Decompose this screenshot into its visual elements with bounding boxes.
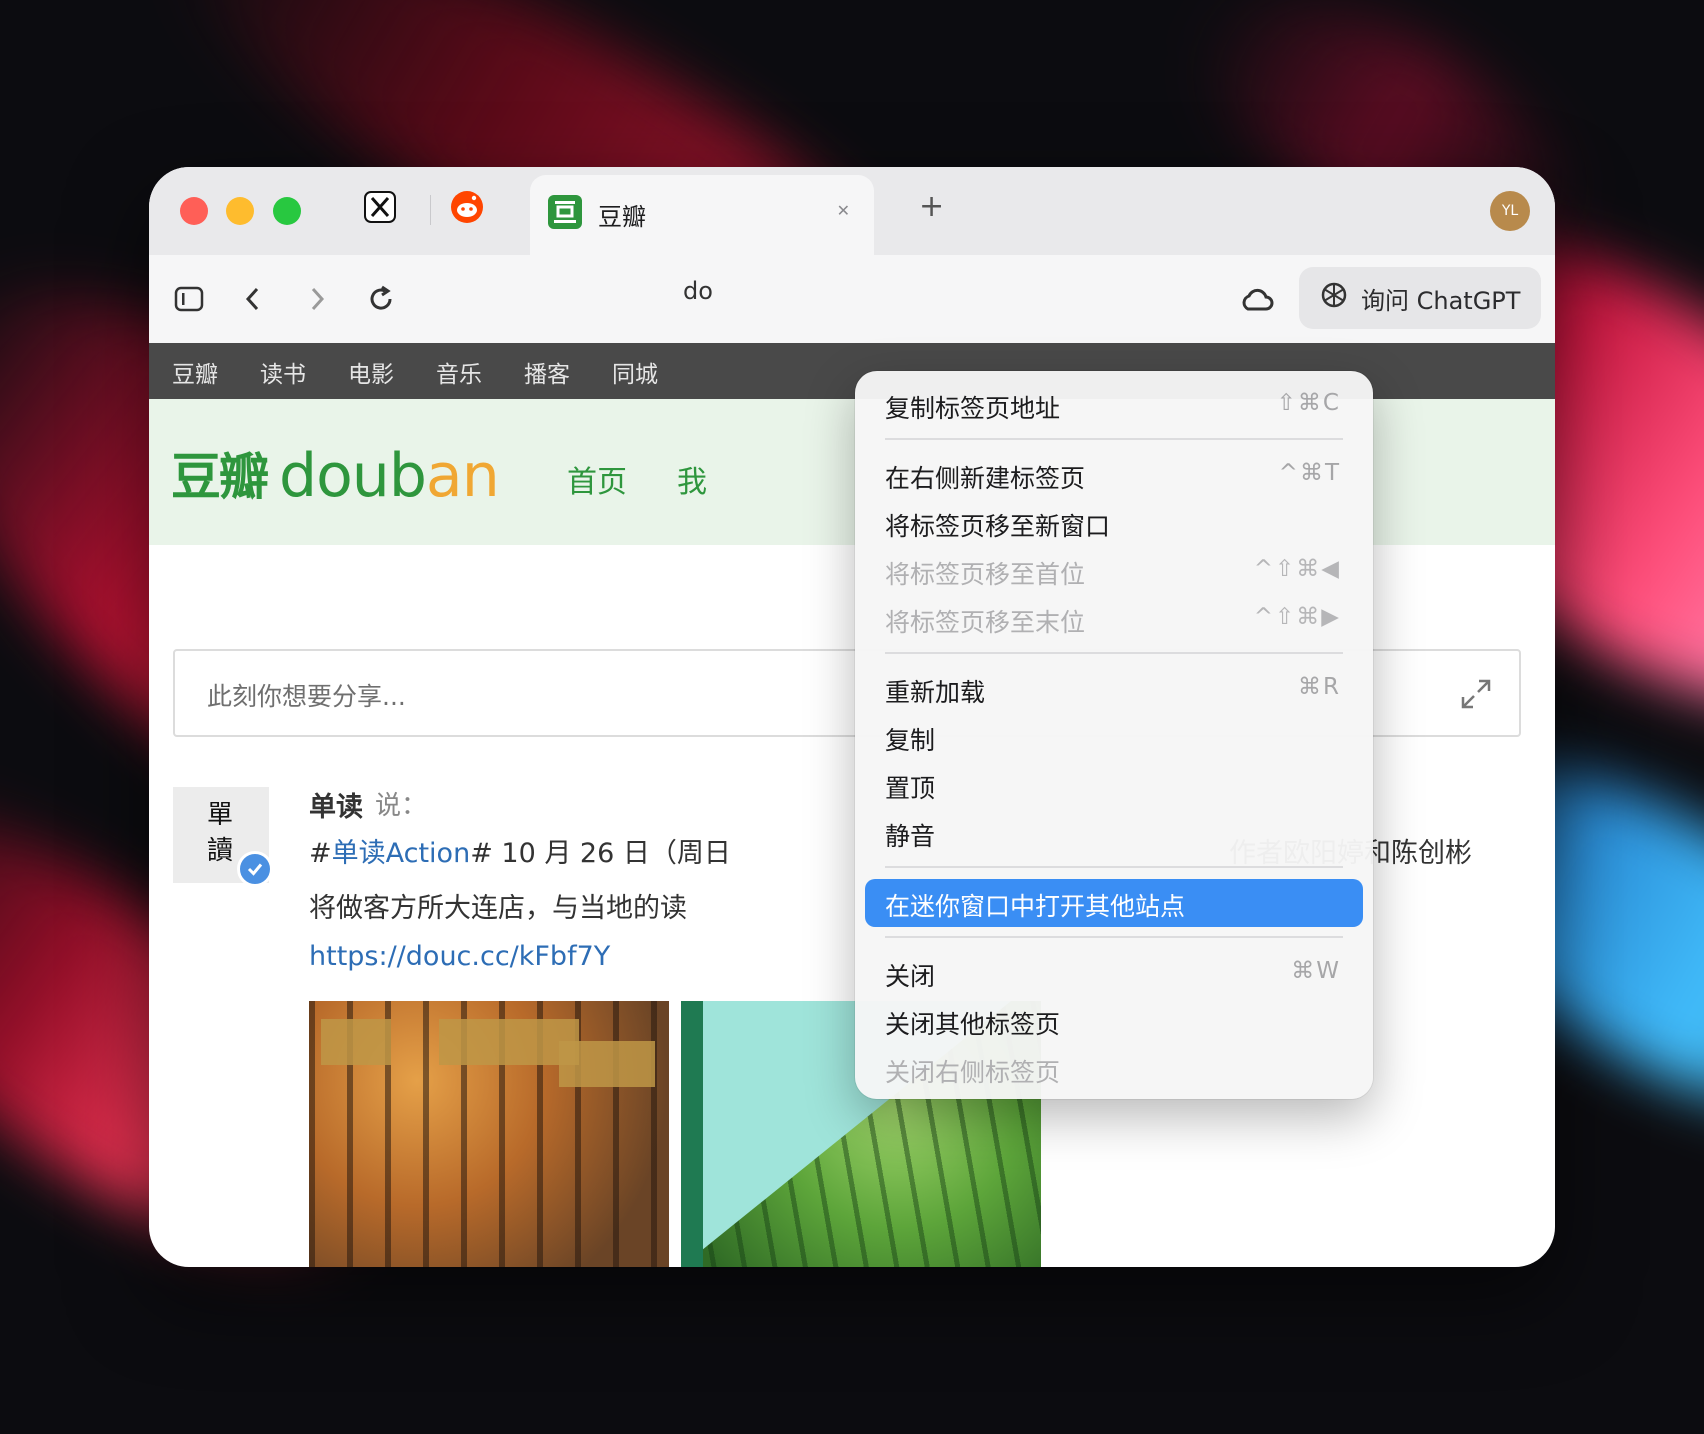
- tab-separator: [430, 195, 431, 225]
- menu-copy-tab-url[interactable]: 复制标签页地址 ⇧⌘C: [865, 381, 1363, 429]
- avatar-char-2: 讀: [207, 836, 234, 866]
- menu-move-tab-first: 将标签页移至首位 ^⇧⌘◀: [865, 547, 1363, 595]
- chatgpt-logo-icon: [1319, 280, 1349, 316]
- reload-icon[interactable]: [361, 279, 401, 319]
- menu-close-other-tabs[interactable]: 关闭其他标签页: [865, 997, 1363, 1045]
- menu-item-shortcut: ^⇧⌘▶: [1253, 604, 1341, 630]
- menu-new-tab-right[interactable]: 在右侧新建标签页 ^⌘T: [865, 451, 1363, 499]
- nav-douban[interactable]: 豆瓣: [172, 355, 218, 389]
- menu-open-in-mini-window[interactable]: 在迷你窗口中打开其他站点: [865, 879, 1363, 927]
- pinned-tab-x[interactable]: [362, 191, 398, 227]
- menu-item-label: 关闭右侧标签页: [885, 1058, 1061, 1087]
- close-window-button[interactable]: [180, 197, 208, 225]
- address-bar[interactable]: do: [683, 277, 713, 305]
- back-icon[interactable]: [233, 279, 273, 319]
- menu-item-label: 重新加载: [885, 678, 986, 707]
- feed-photo-1[interactable]: [309, 1001, 669, 1267]
- tab-title: 豆瓣: [598, 203, 646, 231]
- menu-move-tab-last: 将标签页移至末位 ^⇧⌘▶: [865, 595, 1363, 643]
- menu-item-label: 关闭其他标签页: [885, 1010, 1061, 1039]
- menu-pin[interactable]: 置顶: [865, 761, 1363, 809]
- nav-movies[interactable]: 电影: [348, 355, 394, 389]
- menu-item-label: 静音: [885, 822, 936, 851]
- menu-close[interactable]: 关闭 ⌘W: [865, 949, 1363, 997]
- pinned-tab-reddit[interactable]: [449, 191, 485, 227]
- logo-en-part1: doub: [279, 441, 427, 511]
- feed-hash-open: #: [309, 838, 332, 869]
- menu-separator: [885, 438, 1343, 440]
- menu-item-shortcut: ^⌘T: [1278, 460, 1341, 486]
- forward-icon[interactable]: [297, 279, 337, 319]
- nav-podcast[interactable]: 播客: [524, 355, 570, 389]
- toolbar: do 询问 ChatGPT: [149, 255, 1555, 343]
- avatar-char-1: 單: [207, 800, 234, 830]
- expand-icon[interactable]: [1459, 677, 1493, 715]
- feed-link[interactable]: https://douc.cc/kFbf7Y: [309, 941, 610, 972]
- feed-hashtag[interactable]: 单读Action: [332, 838, 471, 869]
- header-link-me[interactable]: 我: [677, 457, 707, 501]
- menu-item-label: 将标签页移至新窗口: [885, 512, 1111, 541]
- feed-line1-rest: # 10 月 26 日（周日: [470, 838, 731, 869]
- nav-local[interactable]: 同城: [612, 355, 658, 389]
- menu-item-shortcut: ⌘R: [1298, 674, 1341, 700]
- tab-douban[interactable]: 豆瓣 ✕: [530, 175, 874, 255]
- menu-separator: [885, 652, 1343, 654]
- menu-separator: [885, 936, 1343, 938]
- new-tab-icon[interactable]: +: [919, 189, 944, 224]
- x-logo-icon: [364, 191, 396, 227]
- share-placeholder: 此刻你想要分享...: [207, 682, 406, 711]
- menu-mute[interactable]: 静音: [865, 809, 1363, 857]
- tab-close-icon[interactable]: ✕: [837, 201, 850, 220]
- menu-item-label: 在迷你窗口中打开其他站点: [885, 892, 1186, 921]
- menu-item-label: 复制: [885, 726, 936, 755]
- nav-music[interactable]: 音乐: [436, 355, 482, 389]
- menu-item-shortcut: ⌘W: [1291, 958, 1341, 984]
- logo-en-part2: an: [425, 441, 500, 511]
- profile-avatar[interactable]: YL: [1490, 191, 1530, 231]
- sidebar-toggle-icon[interactable]: [169, 279, 209, 319]
- menu-item-shortcut: ⇧⌘C: [1276, 390, 1341, 416]
- menu-item-label: 在右侧新建标签页: [885, 464, 1086, 493]
- menu-close-tabs-right: 关闭右侧标签页: [865, 1045, 1363, 1093]
- douban-logo-icon: [548, 195, 582, 233]
- reddit-logo-icon: [450, 190, 484, 228]
- menu-item-label: 将标签页移至首位: [885, 560, 1086, 589]
- tab-bar: 豆瓣 ✕ + YL: [149, 167, 1555, 255]
- browser-window: 豆瓣 ✕ + YL do 询问 ChatGPT 豆瓣 读书 电影 音乐 播客 同…: [149, 167, 1555, 1267]
- cloud-icon[interactable]: [1237, 279, 1277, 319]
- minimize-window-button[interactable]: [226, 197, 254, 225]
- ask-chatgpt-button[interactable]: 询问 ChatGPT: [1299, 267, 1541, 329]
- menu-move-tab-new-window[interactable]: 将标签页移至新窗口: [865, 499, 1363, 547]
- menu-item-label: 置顶: [885, 774, 936, 803]
- zoom-window-button[interactable]: [273, 197, 301, 225]
- feed-author-name[interactable]: 单读: [309, 785, 363, 824]
- menu-item-label: 复制标签页地址: [885, 394, 1061, 423]
- douban-logo-en[interactable]: douban: [279, 441, 500, 511]
- header-link-home[interactable]: 首页: [567, 457, 627, 501]
- menu-item-label: 关闭: [885, 962, 936, 991]
- menu-reload[interactable]: 重新加载 ⌘R: [865, 665, 1363, 713]
- nav-books[interactable]: 读书: [260, 355, 306, 389]
- menu-item-label: 将标签页移至末位: [885, 608, 1086, 637]
- menu-item-shortcut: ^⇧⌘◀: [1253, 556, 1341, 582]
- tab-context-menu: 复制标签页地址 ⇧⌘C 在右侧新建标签页 ^⌘T 将标签页移至新窗口 将标签页移…: [855, 371, 1373, 1099]
- menu-duplicate[interactable]: 复制: [865, 713, 1363, 761]
- feed-text-line-2: 将做客方所大连店，与当地的读: [309, 893, 687, 924]
- verified-badge-icon: [237, 851, 273, 887]
- menu-separator: [885, 866, 1343, 868]
- feed-says-label: 说：: [375, 791, 428, 821]
- ask-chatgpt-label: 询问 ChatGPT: [1361, 286, 1521, 315]
- feed-text-line-1: #单读Action# 10 月 26 日（周日: [309, 831, 731, 870]
- douban-logo-cn[interactable]: 豆瓣: [171, 437, 269, 509]
